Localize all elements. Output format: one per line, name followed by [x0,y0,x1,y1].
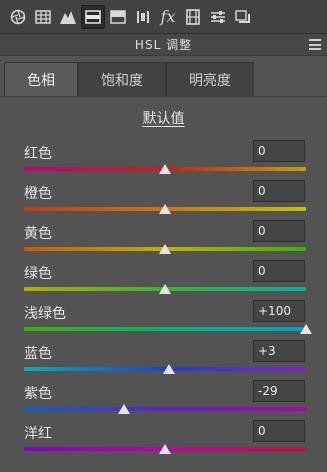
slider-label: 橙色 [24,186,52,202]
slider-row: 蓝色 +3 [0,340,327,383]
slider-label: 蓝色 [24,346,52,362]
slider-track[interactable] [24,407,306,411]
slider-value-input[interactable]: +3 [253,340,305,362]
panel-header: HSL 调整 [0,34,327,56]
fx-label: fx [160,7,176,26]
toolbar: fx [0,0,327,34]
slider-thumb[interactable] [159,444,171,454]
slider-thumb[interactable] [159,244,171,254]
slider-value-input[interactable]: 0 [253,180,305,202]
slider-label: 浅绿色 [24,306,66,322]
tab-saturation[interactable]: 饱和度 [78,62,166,96]
tab-bar: 色相 饱和度 明亮度 [0,62,327,96]
slider-thumb[interactable] [163,364,176,374]
tabs-divider [0,96,327,97]
default-button[interactable]: 默认值 [0,108,327,128]
slider-track[interactable] [24,327,306,331]
slider-row: 黄色 0 [0,220,327,263]
slider-thumb[interactable] [118,404,131,414]
panel-menu-icon[interactable] [309,39,321,50]
slider-thumb[interactable] [300,324,312,334]
mountain-icon[interactable] [56,5,80,29]
slider-label: 紫色 [24,386,52,402]
slider-value-input[interactable]: 0 [253,420,305,442]
tab-hue-label: 色相 [27,72,55,89]
tab-saturation-label: 饱和度 [101,72,143,89]
slider-row: 红色 0 [0,140,327,183]
split-icon[interactable] [106,5,130,29]
slider-value-input[interactable]: 0 [253,220,305,242]
hsl-icon[interactable] [81,4,105,29]
slider-row: 紫色 -29 [0,380,327,423]
tab-hue[interactable]: 色相 [4,62,78,96]
panel-title: HSL 调整 [134,38,193,52]
slider-label: 黄色 [24,226,52,242]
fx-icon[interactable]: fx [156,5,180,29]
slider-row: 橙色 0 [0,180,327,223]
sliders-icon[interactable] [206,5,230,29]
slider-thumb[interactable] [159,164,171,174]
slider-thumb[interactable] [159,204,171,214]
tab-luminance-label: 明亮度 [189,72,231,89]
aperture-icon[interactable] [6,5,30,29]
film-icon[interactable] [181,5,205,29]
detail-icon[interactable] [131,5,155,29]
slider-row: 浅绿色 +100 [0,300,327,343]
slider-label: 绿色 [24,266,52,282]
tab-luminance[interactable]: 明亮度 [166,62,254,96]
slider-thumb[interactable] [159,284,171,294]
slider-value-input[interactable]: -29 [253,380,305,402]
slider-value-input[interactable]: 0 [253,260,305,282]
grid-icon[interactable] [31,5,55,29]
slider-row: 绿色 0 [0,260,327,303]
slider-label: 洋红 [24,426,52,442]
presets-icon[interactable] [231,5,255,29]
slider-label: 红色 [24,146,52,162]
slider-value-input[interactable]: +100 [253,300,305,322]
slider-row: 洋红 0 [0,420,327,463]
slider-value-input[interactable]: 0 [253,140,305,162]
